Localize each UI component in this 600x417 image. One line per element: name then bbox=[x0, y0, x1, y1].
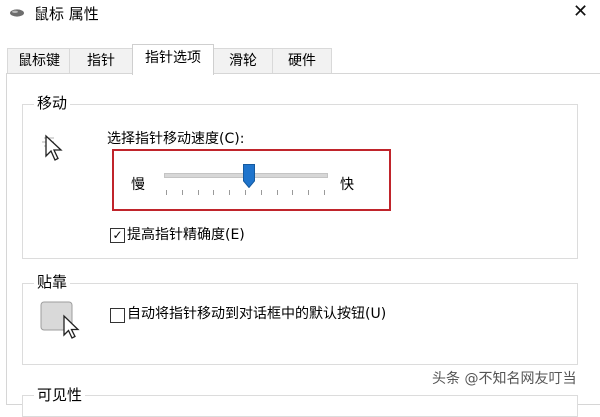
slider-tick bbox=[292, 190, 293, 195]
title-bar: 鼠标 属性 ✕ bbox=[0, 0, 600, 28]
close-icon[interactable]: ✕ bbox=[573, 2, 588, 22]
watermark: 头条 @不知名网友叮当 bbox=[432, 371, 577, 387]
tab-pointers[interactable]: 指针 bbox=[69, 48, 133, 74]
auto-snap-checkbox[interactable] bbox=[110, 308, 125, 323]
speed-slider-thumb[interactable] bbox=[243, 164, 255, 188]
slider-tick bbox=[166, 190, 167, 195]
slider-tick bbox=[308, 190, 309, 195]
tab-hardware[interactable]: 硬件 bbox=[272, 48, 332, 74]
slow-label: 慢 bbox=[131, 177, 145, 193]
auto-snap-label[interactable]: 自动将指针移动到对话框中的默认按钮(U) bbox=[127, 305, 386, 323]
fast-label: 快 bbox=[340, 177, 354, 193]
slider-tick bbox=[198, 190, 199, 195]
tab-buttons[interactable]: 鼠标键 bbox=[7, 48, 71, 74]
slider-tick bbox=[245, 190, 246, 195]
snap-group bbox=[22, 283, 578, 365]
window-title: 鼠标 属性 bbox=[34, 5, 99, 23]
visibility-group-title: 可见性 bbox=[34, 386, 86, 404]
precision-label[interactable]: 提高指针精确度(E) bbox=[127, 226, 245, 244]
tab-strip: 鼠标键 指针 指针选项 滑轮 硬件 bbox=[0, 44, 600, 75]
slider-tick bbox=[213, 190, 214, 195]
slider-tick bbox=[182, 190, 183, 195]
mouse-icon bbox=[10, 9, 24, 17]
snap-to-button-icon bbox=[40, 301, 80, 339]
slider-tick bbox=[229, 190, 230, 195]
motion-group-title: 移动 bbox=[34, 94, 71, 112]
tab-pointer-options[interactable]: 指针选项 bbox=[132, 44, 214, 75]
precision-checkbox[interactable]: ✓ bbox=[110, 228, 125, 243]
tab-wheel[interactable]: 滑轮 bbox=[213, 48, 273, 74]
slider-tick bbox=[277, 190, 278, 195]
visibility-group bbox=[22, 395, 578, 417]
slider-tick bbox=[324, 190, 325, 195]
slider-tick bbox=[261, 190, 262, 195]
speed-label: 选择指针移动速度(C): bbox=[107, 131, 245, 147]
snap-group-title: 贴靠 bbox=[34, 273, 71, 291]
pointer-motion-icon bbox=[42, 134, 63, 161]
